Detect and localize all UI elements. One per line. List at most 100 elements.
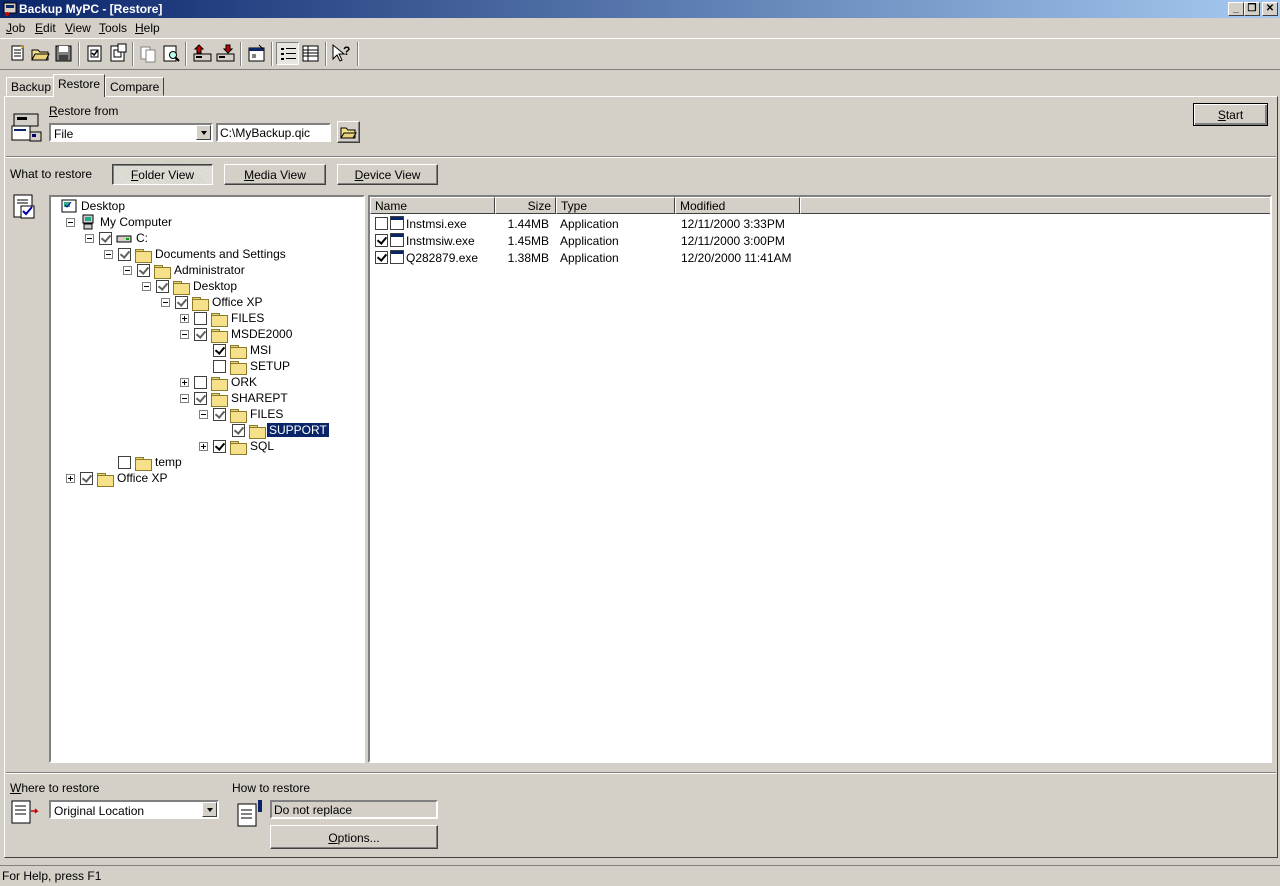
details-view-icon[interactable] bbox=[276, 42, 299, 65]
column-size[interactable]: Size bbox=[495, 197, 556, 214]
tree-checkbox[interactable] bbox=[80, 472, 93, 485]
tree-node[interactable]: temp bbox=[51, 454, 363, 471]
tree-checkbox[interactable] bbox=[118, 248, 131, 261]
chevron-down-icon[interactable] bbox=[202, 802, 217, 817]
tree-node[interactable]: C: bbox=[51, 230, 363, 246]
file-checkbox[interactable] bbox=[375, 217, 388, 230]
minimize-button[interactable]: _ bbox=[1228, 2, 1244, 16]
deselect-icon[interactable] bbox=[107, 42, 130, 65]
options-button[interactable]: Options... bbox=[270, 825, 438, 849]
file-checkbox[interactable] bbox=[375, 251, 388, 264]
restore-source-type-select[interactable]: File bbox=[49, 123, 213, 142]
tree-node[interactable]: Office XP bbox=[51, 294, 363, 311]
tree-node[interactable]: MSI bbox=[51, 342, 363, 359]
tree-checkbox[interactable] bbox=[194, 376, 207, 389]
device-view-button[interactable]: Device View bbox=[337, 164, 438, 185]
tree-checkbox[interactable] bbox=[175, 296, 188, 309]
tree-checkbox[interactable] bbox=[137, 264, 150, 277]
tab-backup[interactable]: Backup bbox=[6, 77, 57, 96]
tree-checkbox[interactable] bbox=[156, 280, 169, 293]
file-size: 1.45MB bbox=[507, 234, 549, 248]
collapse-icon[interactable] bbox=[123, 266, 132, 275]
new-job-icon[interactable] bbox=[6, 42, 29, 65]
file-row[interactable]: Q282879.exe 1.38MB Application 12/20/2000 1… bbox=[370, 249, 1270, 266]
browse-button[interactable] bbox=[337, 121, 360, 143]
file-modified: 12/20/2000 11:41AM bbox=[681, 251, 792, 265]
column-modified[interactable]: Modified bbox=[675, 197, 800, 214]
tree-checkbox[interactable] bbox=[194, 312, 207, 325]
context-help-icon[interactable]: ? bbox=[330, 42, 353, 65]
list-view-icon[interactable] bbox=[299, 42, 322, 65]
column-type[interactable]: Type bbox=[556, 197, 675, 214]
restore-window-button[interactable]: ❐ bbox=[1244, 2, 1260, 16]
status-bar: For Help, press F1 bbox=[0, 865, 1280, 886]
chevron-down-icon[interactable] bbox=[196, 125, 211, 140]
collapse-icon[interactable] bbox=[142, 282, 151, 291]
tree-checkbox[interactable] bbox=[213, 344, 226, 357]
column-name[interactable]: Name bbox=[370, 197, 495, 214]
expand-icon[interactable] bbox=[180, 314, 189, 323]
collapse-icon[interactable] bbox=[199, 410, 208, 419]
file-list[interactable]: Name Size Type Modified Instmsi.exe 1.44M… bbox=[368, 195, 1272, 763]
tree-node[interactable]: FILES bbox=[51, 310, 363, 327]
tree-checkbox[interactable] bbox=[194, 328, 207, 341]
tree-node[interactable]: MSDE2000 bbox=[51, 326, 363, 343]
tree-node[interactable]: Desktop bbox=[51, 278, 363, 295]
tree-checkbox[interactable] bbox=[118, 456, 131, 469]
tree-node[interactable]: ORK bbox=[51, 374, 363, 391]
tree-checkbox[interactable] bbox=[213, 408, 226, 421]
media-view-button[interactable]: Media View bbox=[224, 164, 326, 185]
folder-icon bbox=[249, 425, 266, 439]
expand-icon[interactable] bbox=[199, 442, 208, 451]
tree-checkbox[interactable] bbox=[99, 232, 112, 245]
collapse-icon[interactable] bbox=[104, 250, 113, 259]
tab-restore[interactable]: Restore bbox=[53, 74, 106, 97]
menu-item-0[interactable]: Job bbox=[6, 21, 25, 35]
collapse-icon[interactable] bbox=[180, 330, 189, 339]
collapse-icon[interactable] bbox=[161, 298, 170, 307]
collapse-icon[interactable] bbox=[66, 218, 75, 227]
tree-checkbox[interactable] bbox=[232, 424, 245, 437]
tree-node[interactable]: FILES bbox=[51, 406, 363, 423]
tree-node[interactable]: SUPPORT bbox=[51, 422, 363, 439]
tree-node[interactable]: Office XP bbox=[51, 470, 363, 487]
restore-destination-select[interactable]: Original Location bbox=[49, 800, 219, 819]
tab-compare[interactable]: Compare bbox=[105, 77, 165, 96]
tree-node[interactable]: SQL bbox=[51, 438, 363, 455]
tree-checkbox[interactable] bbox=[213, 440, 226, 453]
copy-icon[interactable] bbox=[137, 42, 160, 65]
menu-item-2[interactable]: View bbox=[65, 21, 91, 35]
start-button[interactable]: Start bbox=[1193, 103, 1268, 126]
select-all-icon[interactable] bbox=[84, 42, 107, 65]
expand-icon[interactable] bbox=[66, 474, 75, 483]
collapse-icon[interactable] bbox=[85, 234, 94, 243]
folder-view-button[interactable]: Folder View bbox=[112, 164, 213, 185]
tree-node[interactable]: Documents and Settings bbox=[51, 246, 363, 263]
save-job-icon[interactable] bbox=[52, 42, 75, 65]
file-checkbox[interactable] bbox=[375, 234, 388, 247]
properties-icon[interactable] bbox=[245, 42, 268, 65]
tree-node[interactable]: Administrator bbox=[51, 262, 363, 279]
tree-node-label: FILES bbox=[231, 311, 265, 325]
folder-tree[interactable]: Desktop My Computer C: Documents and Settin… bbox=[49, 195, 365, 763]
menu-item-1[interactable]: Edit bbox=[35, 21, 56, 35]
collapse-icon[interactable] bbox=[180, 394, 189, 403]
close-window-button[interactable]: ✕ bbox=[1262, 2, 1278, 16]
open-job-icon[interactable] bbox=[29, 42, 52, 65]
file-row[interactable]: Instmsiw.exe 1.45MB Application 12/11/2000 … bbox=[370, 232, 1270, 249]
start-backup-icon[interactable] bbox=[191, 42, 214, 65]
tree-checkbox[interactable] bbox=[194, 392, 207, 405]
tree-node[interactable]: SHAREPT bbox=[51, 390, 363, 407]
file-row[interactable]: Instmsi.exe 1.44MB Application 12/11/2000 3… bbox=[370, 215, 1270, 232]
tree-node[interactable]: My Computer bbox=[51, 214, 363, 230]
tree-node[interactable]: Desktop bbox=[51, 198, 363, 214]
tree-checkbox[interactable] bbox=[213, 360, 226, 373]
menu-item-3[interactable]: Tools bbox=[99, 21, 127, 35]
menu-item-4[interactable]: Help bbox=[135, 21, 160, 35]
find-icon[interactable] bbox=[160, 42, 183, 65]
backup-path-input[interactable]: C:\MyBackup.qic bbox=[216, 123, 331, 142]
expand-icon[interactable] bbox=[180, 378, 189, 387]
start-restore-icon[interactable] bbox=[214, 42, 237, 65]
where-to-restore-label: Where to restore bbox=[10, 781, 100, 795]
tree-node[interactable]: SETUP bbox=[51, 358, 363, 375]
